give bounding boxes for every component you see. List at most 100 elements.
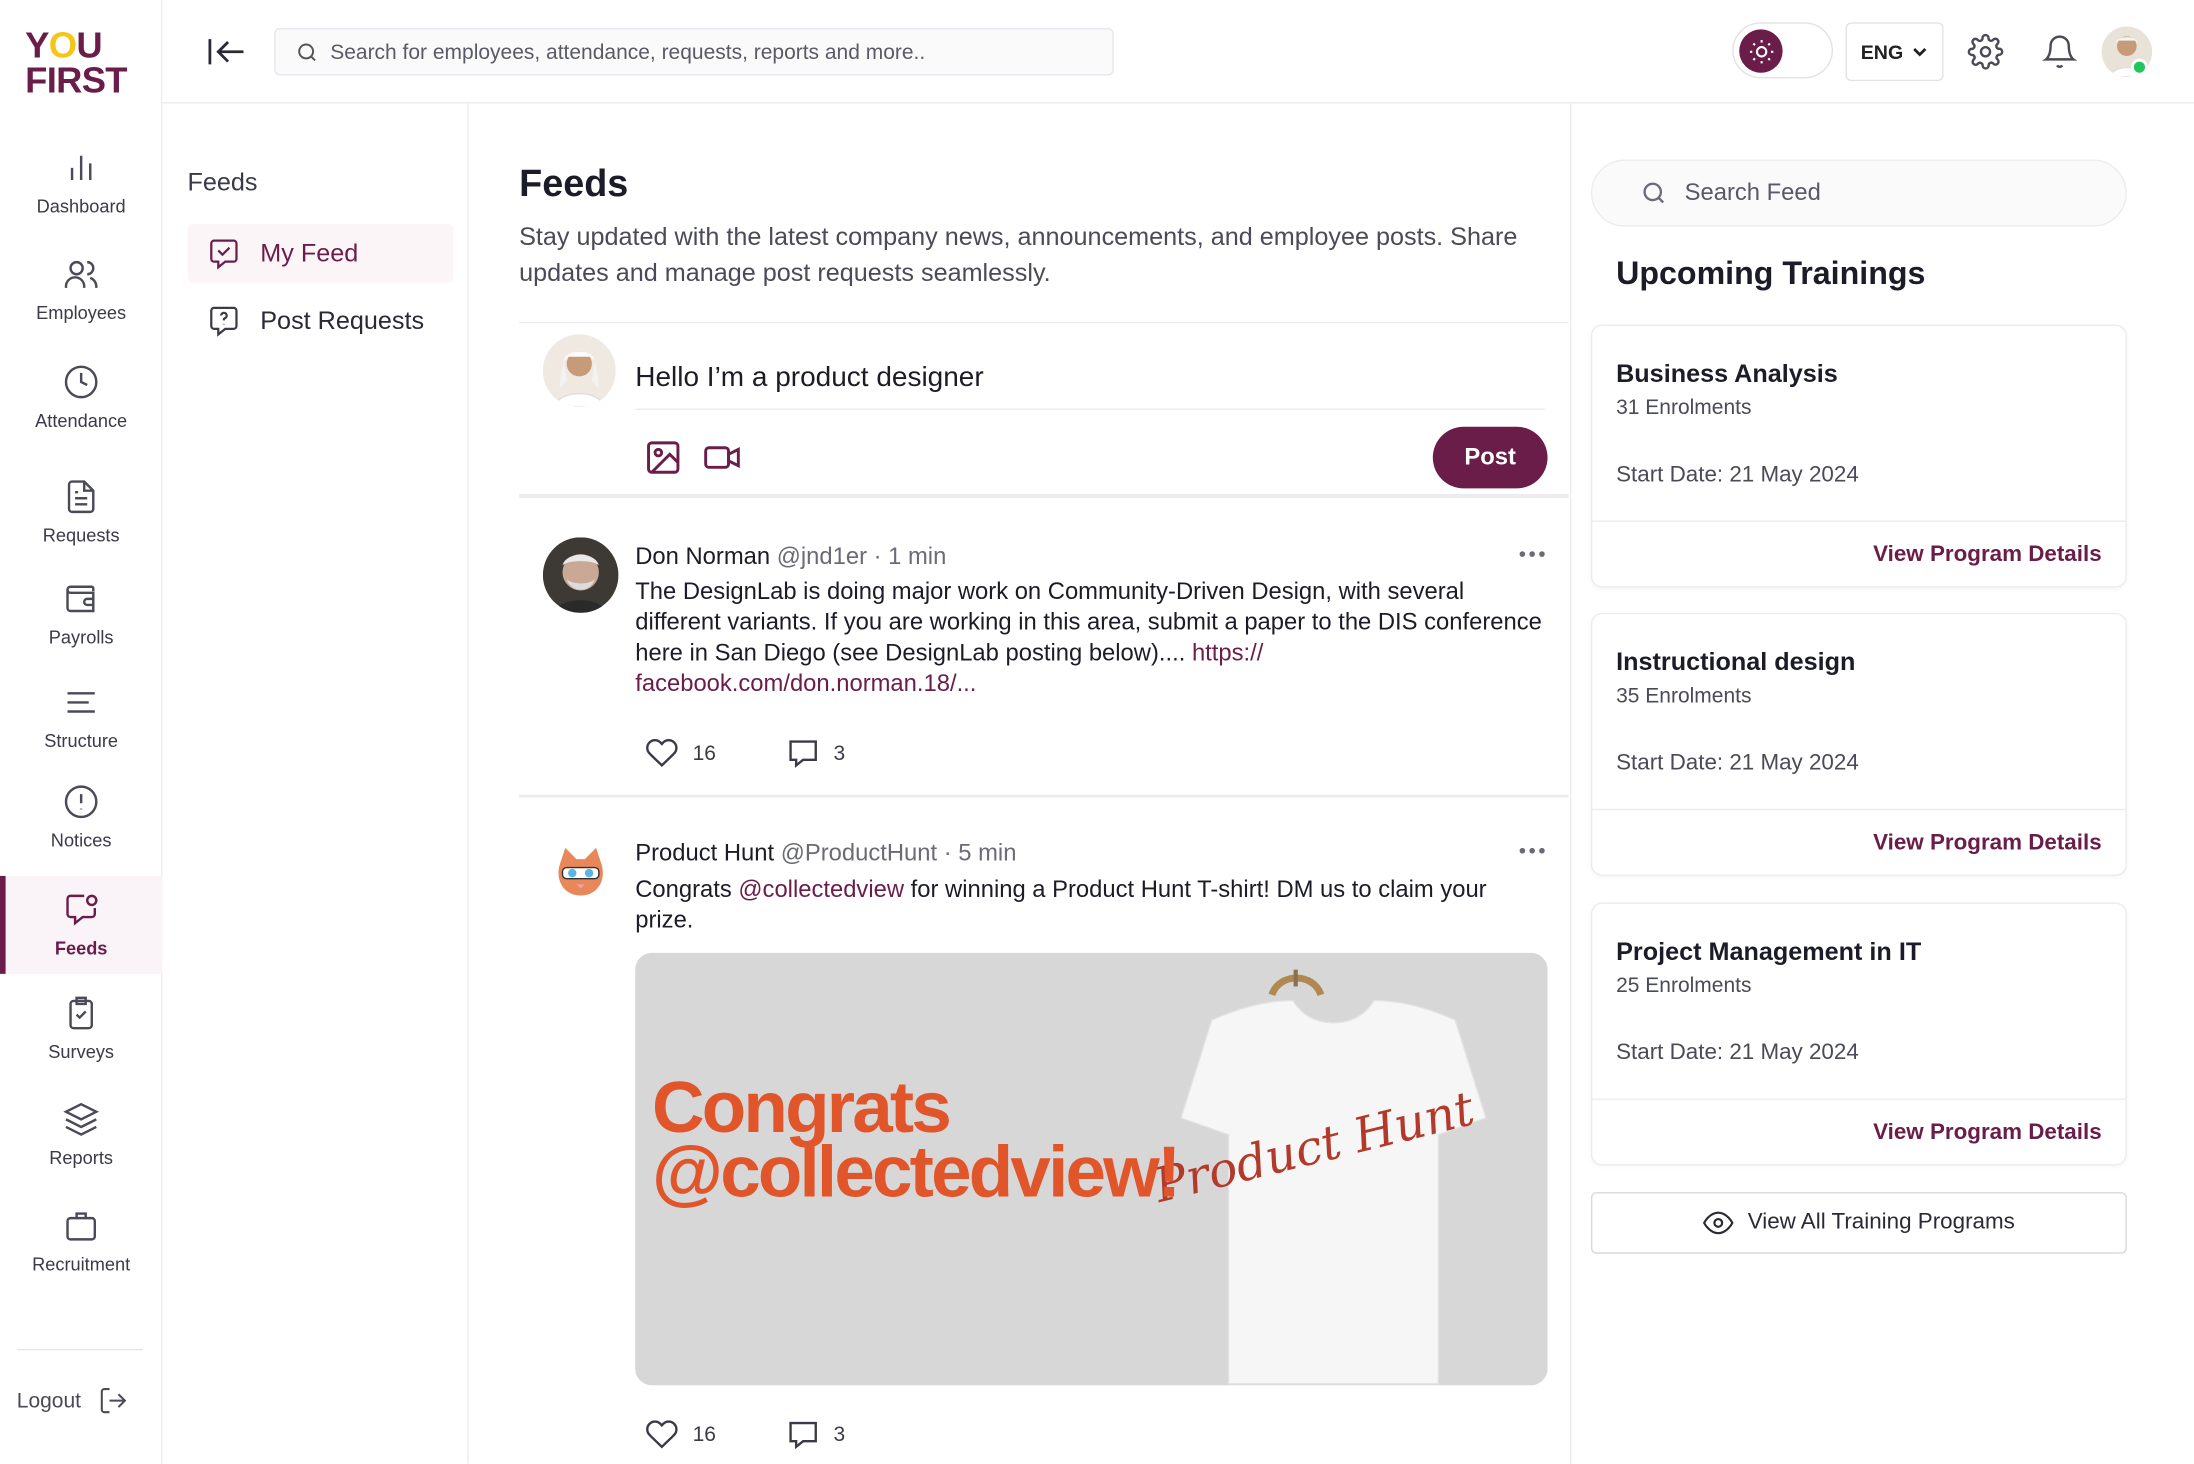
sidebar-item-requests[interactable]: Requests xyxy=(0,463,162,561)
collapse-sidebar-icon xyxy=(208,39,244,65)
post-mention[interactable]: @collectedview xyxy=(738,876,904,903)
briefcase-icon xyxy=(66,1212,97,1241)
view-program-details-link[interactable]: View Program Details xyxy=(1873,831,2102,856)
logout-button[interactable]: Logout xyxy=(17,1385,129,1416)
post-handle[interactable]: @ProductHunt xyxy=(781,840,937,867)
sidebar-item-attendance[interactable]: Attendance xyxy=(0,348,162,446)
post-composer: Post xyxy=(519,321,1569,499)
logout-icon xyxy=(100,1388,127,1414)
sidebar-item-feeds[interactable]: Feeds xyxy=(0,875,163,974)
sidebar-item-employees[interactable]: Employees xyxy=(0,241,162,339)
training-card: Business Analysis 31 Enrolments Start Da… xyxy=(1590,324,2127,588)
view-program-details-link[interactable]: View Program Details xyxy=(1873,543,2102,568)
more-dot xyxy=(1529,551,1535,557)
post-handle[interactable]: @jnd1er xyxy=(777,543,867,570)
feeds-subnav: Feeds My Feed Post Requests xyxy=(162,103,469,1464)
heart-icon xyxy=(646,738,678,768)
subnav-item-label: My Feed xyxy=(260,238,359,267)
post-author-avatar[interactable] xyxy=(542,537,619,613)
image-headline: Congrats @collectedview! xyxy=(652,1072,1181,1214)
view-program-details-link[interactable]: View Program Details xyxy=(1873,1121,2102,1146)
language-select[interactable]: ENG xyxy=(1845,22,1944,82)
sidebar-item-label: Structure xyxy=(44,730,119,752)
global-search-input[interactable] xyxy=(330,39,1086,64)
comment-button[interactable]: 3 xyxy=(786,736,845,770)
video-icon xyxy=(704,446,740,469)
training-enrolments: 25 Enrolments xyxy=(1616,973,1752,998)
image-text-line: @collectedview! xyxy=(652,1131,1181,1214)
post-time: · 5 min xyxy=(943,839,1017,867)
sidebar-item-payrolls[interactable]: Payrolls xyxy=(0,565,162,663)
training-name: Project Management in IT xyxy=(1616,937,1922,966)
more-dot xyxy=(1529,847,1535,854)
like-button[interactable]: 16 xyxy=(645,1417,716,1451)
post-time: · 1 min xyxy=(873,542,947,570)
avatar-image xyxy=(542,334,616,408)
eye-icon xyxy=(1702,1211,1734,1235)
post-button[interactable]: Post xyxy=(1432,426,1548,489)
sidebar-item-notices[interactable]: Notices xyxy=(0,768,162,866)
settings-button[interactable] xyxy=(1967,33,2004,70)
chevron-down-icon xyxy=(1913,47,1927,57)
like-button[interactable]: 16 xyxy=(645,736,716,770)
sidebar-item-recruitment[interactable]: Recruitment xyxy=(0,1192,162,1290)
page-title: Feeds xyxy=(519,162,629,205)
subnav-item-post-requests[interactable]: Post Requests xyxy=(187,291,453,350)
logout-label: Logout xyxy=(16,1388,82,1413)
post-author[interactable]: Don Norman xyxy=(635,543,770,570)
alert-circle-icon xyxy=(64,785,98,819)
more-dot xyxy=(1539,551,1545,557)
right-panel: Upcoming Trainings Business Analysis 31 … xyxy=(1569,103,2194,1464)
feed-post: Don Norman @jnd1er · 1 min The DesignLab… xyxy=(519,498,1569,798)
sidebar-item-dashboard[interactable]: Dashboard xyxy=(0,134,162,232)
more-dot xyxy=(1519,551,1526,557)
post-author-avatar[interactable] xyxy=(542,833,619,910)
post-body: The DesignLab is doing major work on Com… xyxy=(635,576,1544,699)
feed-search-input[interactable] xyxy=(1684,179,2105,208)
left-sidebar: YOU FIRST Dashboard Employees Attendance… xyxy=(0,0,163,1464)
comment-button[interactable]: 3 xyxy=(786,1417,845,1451)
logo[interactable]: YOU FIRST xyxy=(25,27,137,98)
sidebar-item-reports[interactable]: Reports xyxy=(0,1086,162,1184)
training-name: Business Analysis xyxy=(1616,359,1838,388)
clipboard-check-icon xyxy=(69,996,93,1030)
training-card: Project Management in IT 25 Enrolments S… xyxy=(1590,902,2127,1166)
sidebar-item-label: Attendance xyxy=(35,409,128,431)
training-card: Instructional design 35 Enrolments Start… xyxy=(1590,612,2127,876)
more-dot xyxy=(1539,847,1545,854)
heart-icon xyxy=(646,1420,678,1449)
post-author[interactable]: Product Hunt xyxy=(635,840,774,867)
post-actions: 16 3 xyxy=(645,736,845,770)
view-all-trainings-button[interactable]: View All Training Programs xyxy=(1590,1192,2127,1254)
comment-icon xyxy=(788,1421,817,1450)
feed-search[interactable] xyxy=(1590,159,2127,227)
sidebar-item-label: Reports xyxy=(49,1147,114,1169)
collapse-sidebar-button[interactable] xyxy=(204,34,249,70)
avatar-image xyxy=(542,833,619,910)
notifications-button[interactable] xyxy=(2041,34,2078,70)
sidebar-item-label: Employees xyxy=(36,302,127,324)
post-text: The DesignLab is doing major work on Com… xyxy=(635,577,1542,667)
wallet-icon xyxy=(66,585,95,613)
avatar-image xyxy=(542,537,619,613)
sidebar-item-label: Surveys xyxy=(48,1041,115,1063)
chat-bubble-icon xyxy=(66,894,98,926)
theme-toggle[interactable] xyxy=(1732,22,1833,79)
training-enrolments: 31 Enrolments xyxy=(1616,395,1752,420)
like-count: 16 xyxy=(692,1422,716,1447)
add-image-button[interactable] xyxy=(644,438,683,477)
subnav-item-my-feed[interactable]: My Feed xyxy=(187,223,454,283)
theme-toggle-knob xyxy=(1739,29,1783,73)
sidebar-item-structure[interactable]: Structure xyxy=(0,669,162,767)
add-video-button[interactable] xyxy=(702,438,741,477)
post-body: Congrats @collectedview for winning a Pr… xyxy=(635,875,1544,937)
like-count: 16 xyxy=(692,740,716,765)
post-image[interactable]: Product Hunt Congrats @collectedview! xyxy=(635,952,1548,1386)
post-more-button[interactable] xyxy=(1515,840,1549,862)
composer-input[interactable] xyxy=(635,348,1545,410)
subnav-item-label: Post Requests xyxy=(260,305,425,334)
post-more-button[interactable] xyxy=(1515,543,1549,565)
sidebar-item-label: Payrolls xyxy=(48,626,114,648)
global-search[interactable] xyxy=(274,27,1114,76)
sidebar-item-surveys[interactable]: Surveys xyxy=(0,979,162,1077)
